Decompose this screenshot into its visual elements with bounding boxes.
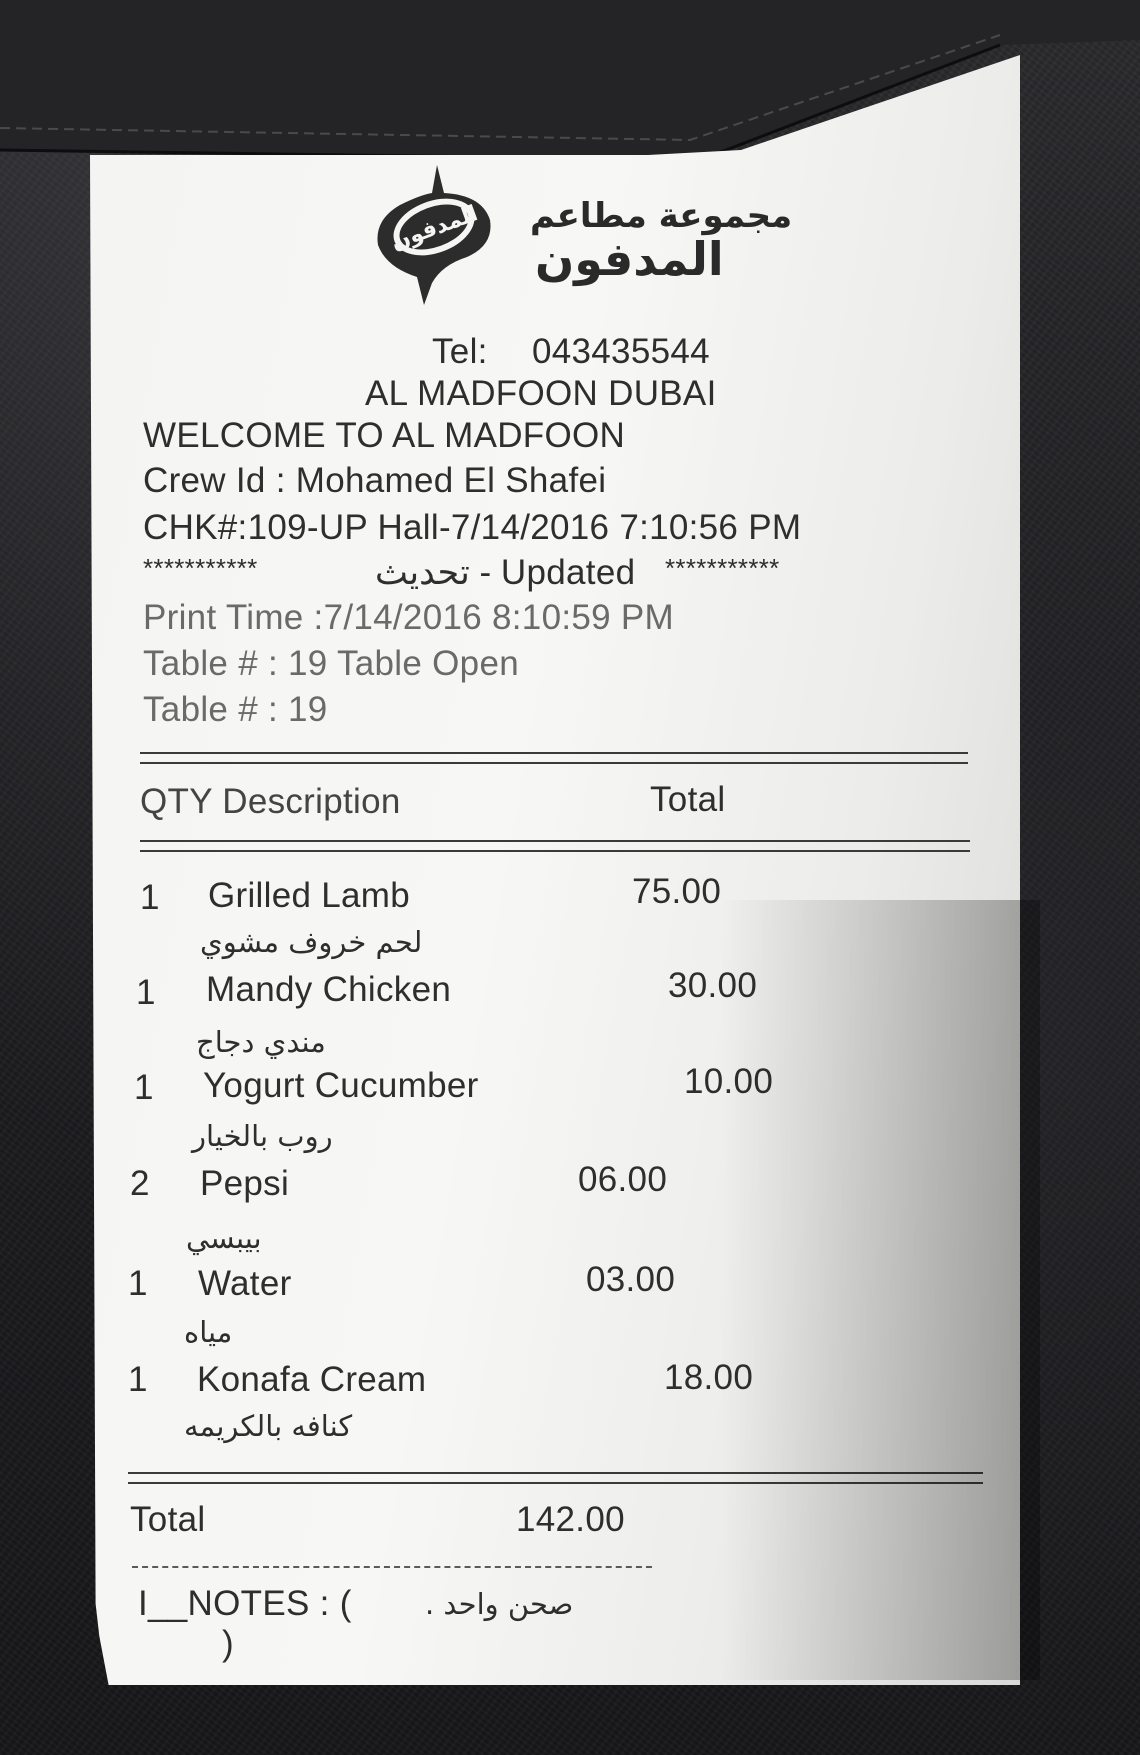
item-name: Konafa Cream [197, 1360, 427, 1399]
item-name: Mandy Chicken [206, 970, 452, 1009]
item-total: 30.00 [668, 966, 758, 1005]
item-total: 10.00 [684, 1062, 774, 1101]
divider-columns [140, 840, 970, 852]
restaurant-logo: المدفون [377, 165, 491, 305]
divider-bottom [128, 1472, 983, 1484]
updated-stars-right: *********** [665, 553, 780, 583]
notes-close: ) [222, 1624, 234, 1663]
item-name: Water [198, 1264, 292, 1303]
notes-prefix: I__NOTES : ( [138, 1584, 352, 1623]
item-arabic: مندي دجاج [196, 1025, 326, 1059]
brand-arabic-line2: المدفون [535, 232, 724, 286]
receipt-content: المدفون مجموعة مطاعم المدفون Tel: 043435… [0, 0, 1140, 1755]
brand-arabic-line1: مجموعة مطاعم [530, 196, 793, 236]
updated-stars-left: *********** [143, 553, 258, 583]
item-name: Pepsi [200, 1164, 290, 1203]
item-name: Yogurt Cucumber [203, 1066, 479, 1105]
item-arabic: لحم خروف مشوي [200, 925, 423, 959]
welcome-line: WELCOME TO AL MADFOON [143, 416, 626, 455]
total-label: Total [130, 1500, 206, 1539]
column-qty-description: QTY Description [140, 782, 401, 821]
table-line: Table # : 19 [143, 690, 328, 729]
item-total: 06.00 [578, 1160, 668, 1199]
item-name: Grilled Lamb [208, 876, 411, 915]
tel-value: 043435544 [532, 332, 710, 371]
location-line: AL MADFOON DUBAI [365, 374, 717, 413]
divider-dashed [132, 1566, 652, 1568]
table-open-line: Table # : 19 Table Open [143, 644, 519, 683]
crew-line: Crew Id : Mohamed El Shafei [143, 461, 607, 500]
tel-label: Tel: [432, 332, 488, 371]
print-time-line: Print Time :7/14/2016 8:10:59 PM [143, 598, 675, 637]
item-qty: 1 [128, 1360, 148, 1399]
item-qty: 2 [130, 1164, 150, 1203]
item-arabic: مياه [184, 1315, 233, 1349]
item-qty: 1 [128, 1264, 148, 1303]
item-qty: 1 [140, 878, 160, 917]
item-qty: 1 [136, 973, 156, 1012]
notes-arabic: صحن واحد . [425, 1587, 574, 1621]
total-value: 142.00 [516, 1500, 625, 1539]
item-qty: 1 [134, 1068, 154, 1107]
divider-top [140, 752, 968, 764]
item-total: 03.00 [586, 1260, 676, 1299]
check-line: CHK#:109-UP Hall-7/14/2016 7:10:56 PM [143, 508, 802, 547]
updated-line: تحديث - Updated [375, 553, 636, 592]
item-total: 18.00 [664, 1358, 754, 1397]
item-arabic: كنافه بالكريمه [184, 1409, 353, 1443]
item-total: 75.00 [632, 872, 722, 911]
column-total: Total [650, 780, 726, 819]
item-arabic: بيبسي [186, 1221, 262, 1255]
item-arabic: روب بالخيار [192, 1119, 333, 1153]
